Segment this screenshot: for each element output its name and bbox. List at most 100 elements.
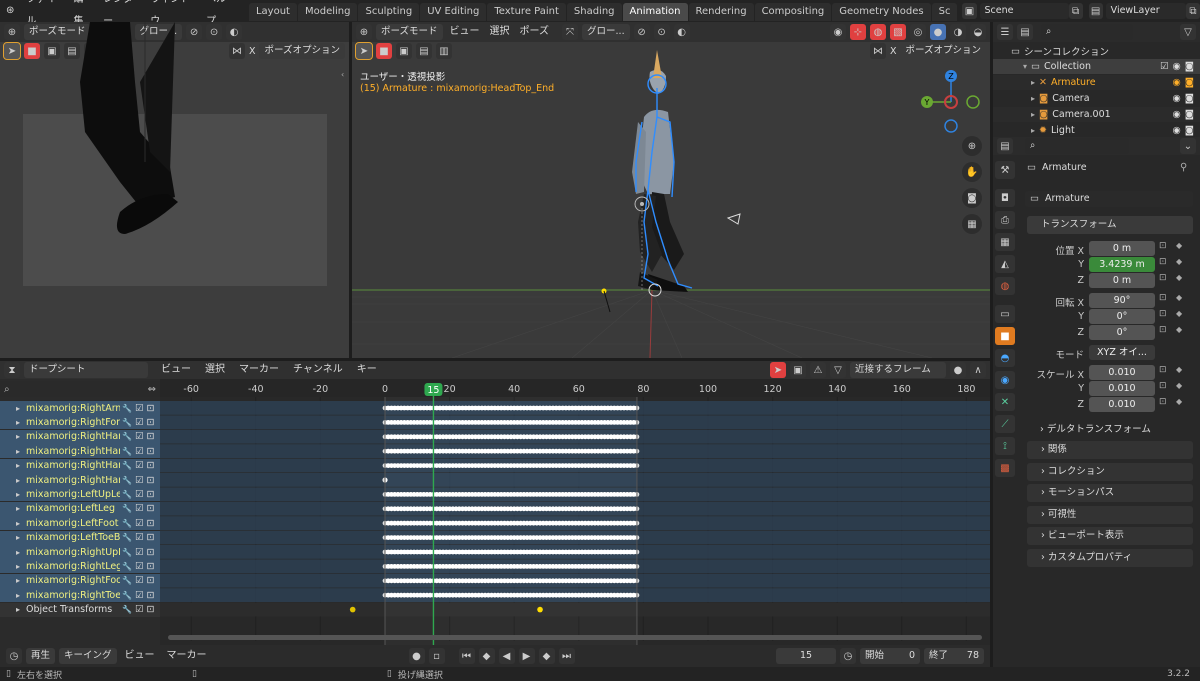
proportional-icon[interactable]: ◐ xyxy=(673,24,690,40)
main-pose-options[interactable]: ポーズオプション xyxy=(900,43,986,59)
mute-checkbox[interactable]: ☑ xyxy=(135,575,144,586)
lock-icon[interactable]: ⊡ xyxy=(147,518,155,529)
tab-geometry-nodes[interactable]: Geometry Nodes xyxy=(832,3,931,21)
main-3d-viewport[interactable]: ⊕ ポーズモード ビュー 選択 ポーズ ⤧ グロー... ⊘ ⊙ ◐ ◉ ⊹ ◍… xyxy=(352,22,990,358)
lock-icon[interactable]: ⊡ xyxy=(147,489,155,500)
mute-checkbox[interactable]: ☑ xyxy=(135,604,144,615)
wrench-icon[interactable]: 🔧 xyxy=(122,519,132,528)
collapsed-panel-header[interactable]: › カスタムプロパティ xyxy=(1027,548,1193,567)
eye-icon[interactable]: ◉ xyxy=(1172,61,1180,72)
wrench-icon[interactable]: 🔧 xyxy=(122,447,132,456)
lock-icon[interactable]: ⊡ xyxy=(1159,293,1167,303)
collection-tab-icon[interactable]: ▭ xyxy=(995,305,1015,323)
ds-menu-select[interactable]: 選択 xyxy=(200,359,230,381)
lock-icon[interactable]: ⊡ xyxy=(147,561,155,572)
keying-menu[interactable]: キーイング xyxy=(59,648,117,664)
channel-row[interactable]: ▸ mixamorig:RightHand 🔧 ☑ ⊡ xyxy=(0,429,160,444)
expand-chevron-icon[interactable]: ▸ xyxy=(12,591,24,600)
mute-checkbox[interactable]: ☑ xyxy=(135,446,144,457)
lock-icon[interactable]: ⊡ xyxy=(147,547,155,558)
timeline-editor-icon[interactable]: ◷ xyxy=(6,648,22,664)
tab-rendering[interactable]: Rendering xyxy=(688,3,754,21)
expand-chevron-icon[interactable]: ▸ xyxy=(12,404,24,413)
lock-icon[interactable]: ⊡ xyxy=(1159,381,1167,391)
lock-icon[interactable]: ⊡ xyxy=(1159,309,1167,319)
select-mode-new-icon[interactable]: ■ xyxy=(376,43,392,59)
main-collapse-icon[interactable]: ‹ xyxy=(352,70,354,80)
outliner-item[interactable]: ▸ ◙ Camera.001 ◉ ◙ xyxy=(993,107,1200,122)
transform-panel-header[interactable]: トランスフォーム xyxy=(1027,216,1193,234)
keyframe-diamond-icon[interactable]: ◆ xyxy=(1176,397,1182,406)
channel-row[interactable]: ▸ mixamorig:LeftToeBa 🔧 ☑ ⊡ xyxy=(0,530,160,545)
timeline-menu-view[interactable]: ビュー xyxy=(121,645,159,667)
exclude-checkbox[interactable]: ☑ xyxy=(1160,61,1169,72)
lock-icon[interactable]: ⊡ xyxy=(1159,397,1167,407)
tool-tab-icon[interactable]: ⚒ xyxy=(995,161,1015,179)
physics-tab-icon[interactable]: ◉ xyxy=(995,371,1015,389)
wrench-icon[interactable]: 🔧 xyxy=(122,404,132,413)
delta-transform-subpanel[interactable]: › デルタトランスフォーム xyxy=(1040,421,1151,435)
lock-icon[interactable]: ⊡ xyxy=(147,417,155,428)
keyframe-diamond-icon[interactable]: ◆ xyxy=(1176,273,1182,282)
mute-checkbox[interactable]: ☑ xyxy=(135,403,144,414)
expand-chevron-icon[interactable]: ▸ xyxy=(12,476,24,485)
visibility-icon[interactable]: ◉ xyxy=(830,24,846,40)
wrench-icon[interactable]: 🔧 xyxy=(122,490,132,499)
rotation-z-field[interactable]: 0° xyxy=(1089,325,1155,340)
expand-chevron-icon[interactable]: ▸ xyxy=(12,562,24,571)
bone-tab-icon[interactable]: ⟋ xyxy=(995,415,1015,433)
eye-icon[interactable]: ◉ xyxy=(1172,109,1180,120)
main-menu-select[interactable]: 選択 xyxy=(487,22,513,43)
ds-menu-key[interactable]: キー xyxy=(352,359,382,381)
collapsed-panel-header[interactable]: › モーションパス xyxy=(1027,484,1193,502)
view-layer-field[interactable]: ViewLayer xyxy=(1105,3,1186,19)
modifier-tab-icon[interactable]: ◓ xyxy=(995,349,1015,367)
playback-menu[interactable]: 再生 xyxy=(26,648,56,664)
lock-icon[interactable]: ⊡ xyxy=(147,503,155,514)
current-frame-field[interactable]: 15 xyxy=(776,648,836,664)
wrench-icon[interactable]: 🔧 xyxy=(122,461,132,470)
proportional-edit-icon[interactable]: ● xyxy=(950,362,966,378)
scale-y-field[interactable]: 0.010 xyxy=(1089,381,1155,396)
jump-keyframe-back-icon[interactable]: ◆ xyxy=(478,648,495,664)
auto-key-options-icon[interactable]: ▫ xyxy=(428,648,445,664)
channel-row[interactable]: ▸mixamorig:RightForeA🔧☑⊡ xyxy=(0,415,160,430)
display-mode-icon[interactable]: ▤ xyxy=(1017,24,1033,40)
gizmo-toggle-icon[interactable]: ⊹ xyxy=(850,24,866,40)
select-mode-extend-icon[interactable]: ▣ xyxy=(396,43,412,59)
zoom-icon[interactable]: ⊕ xyxy=(962,136,982,156)
overlay-toggle-icon[interactable]: ◍ xyxy=(870,24,886,40)
tab-modeling[interactable]: Modeling xyxy=(297,3,358,21)
render-camera-icon[interactable]: ◙ xyxy=(1185,125,1194,136)
render-camera-icon[interactable]: ◙ xyxy=(1185,61,1194,72)
select-tool-icon[interactable]: ➤ xyxy=(355,42,373,60)
tab-compositing[interactable]: Compositing xyxy=(754,3,832,21)
expand-chevron-icon[interactable]: ▸ xyxy=(12,418,24,427)
channel-row[interactable]: ▸ mixamorig:RightLeg 🔧 ☑ ⊡ xyxy=(0,559,160,574)
expand-chevron-icon[interactable]: ▸ xyxy=(1031,78,1035,87)
lock-icon[interactable]: ⊡ xyxy=(147,575,155,586)
right-divider[interactable] xyxy=(990,22,993,667)
object-datablock-field[interactable]: ▭ Armature xyxy=(1025,191,1193,207)
expand-chevron-icon[interactable]: ▸ xyxy=(1031,94,1035,103)
lock-icon[interactable]: ⊡ xyxy=(1159,241,1167,251)
dopesheet-mode-select[interactable]: ドープシート xyxy=(24,362,148,378)
lock-icon[interactable]: ⊡ xyxy=(147,403,155,414)
tab-sculpting[interactable]: Sculpting xyxy=(358,3,420,21)
wrench-icon[interactable]: 🔧 xyxy=(122,418,132,427)
tab-layout[interactable]: Layout xyxy=(248,3,297,21)
outliner-editor-icon[interactable]: ☰ xyxy=(997,24,1013,40)
wrench-icon[interactable]: 🔧 xyxy=(122,504,132,513)
jump-end-icon[interactable]: ⏭ xyxy=(558,648,575,664)
keyframe-diamond-icon[interactable]: ◆ xyxy=(1176,293,1182,302)
props-options-icon[interactable]: ⌄ xyxy=(1180,138,1196,154)
main-menu-pose[interactable]: ポーズ xyxy=(517,22,553,43)
outliner-search-input[interactable]: ⌕ xyxy=(1041,24,1133,40)
expand-chevron-icon[interactable]: ▸ xyxy=(12,576,24,585)
expand-chevron-icon[interactable]: ▾ xyxy=(1023,62,1027,71)
wrench-icon[interactable]: 🔧 xyxy=(122,591,132,600)
channel-row[interactable]: ▸ mixamorig:LeftLeg 🔧 ☑ ⊡ xyxy=(0,501,160,516)
wrench-icon[interactable]: 🔧 xyxy=(122,605,132,614)
preview-range-icon[interactable]: ◷ xyxy=(840,648,856,664)
new-scene-icon[interactable]: ⧉ xyxy=(1068,3,1083,19)
